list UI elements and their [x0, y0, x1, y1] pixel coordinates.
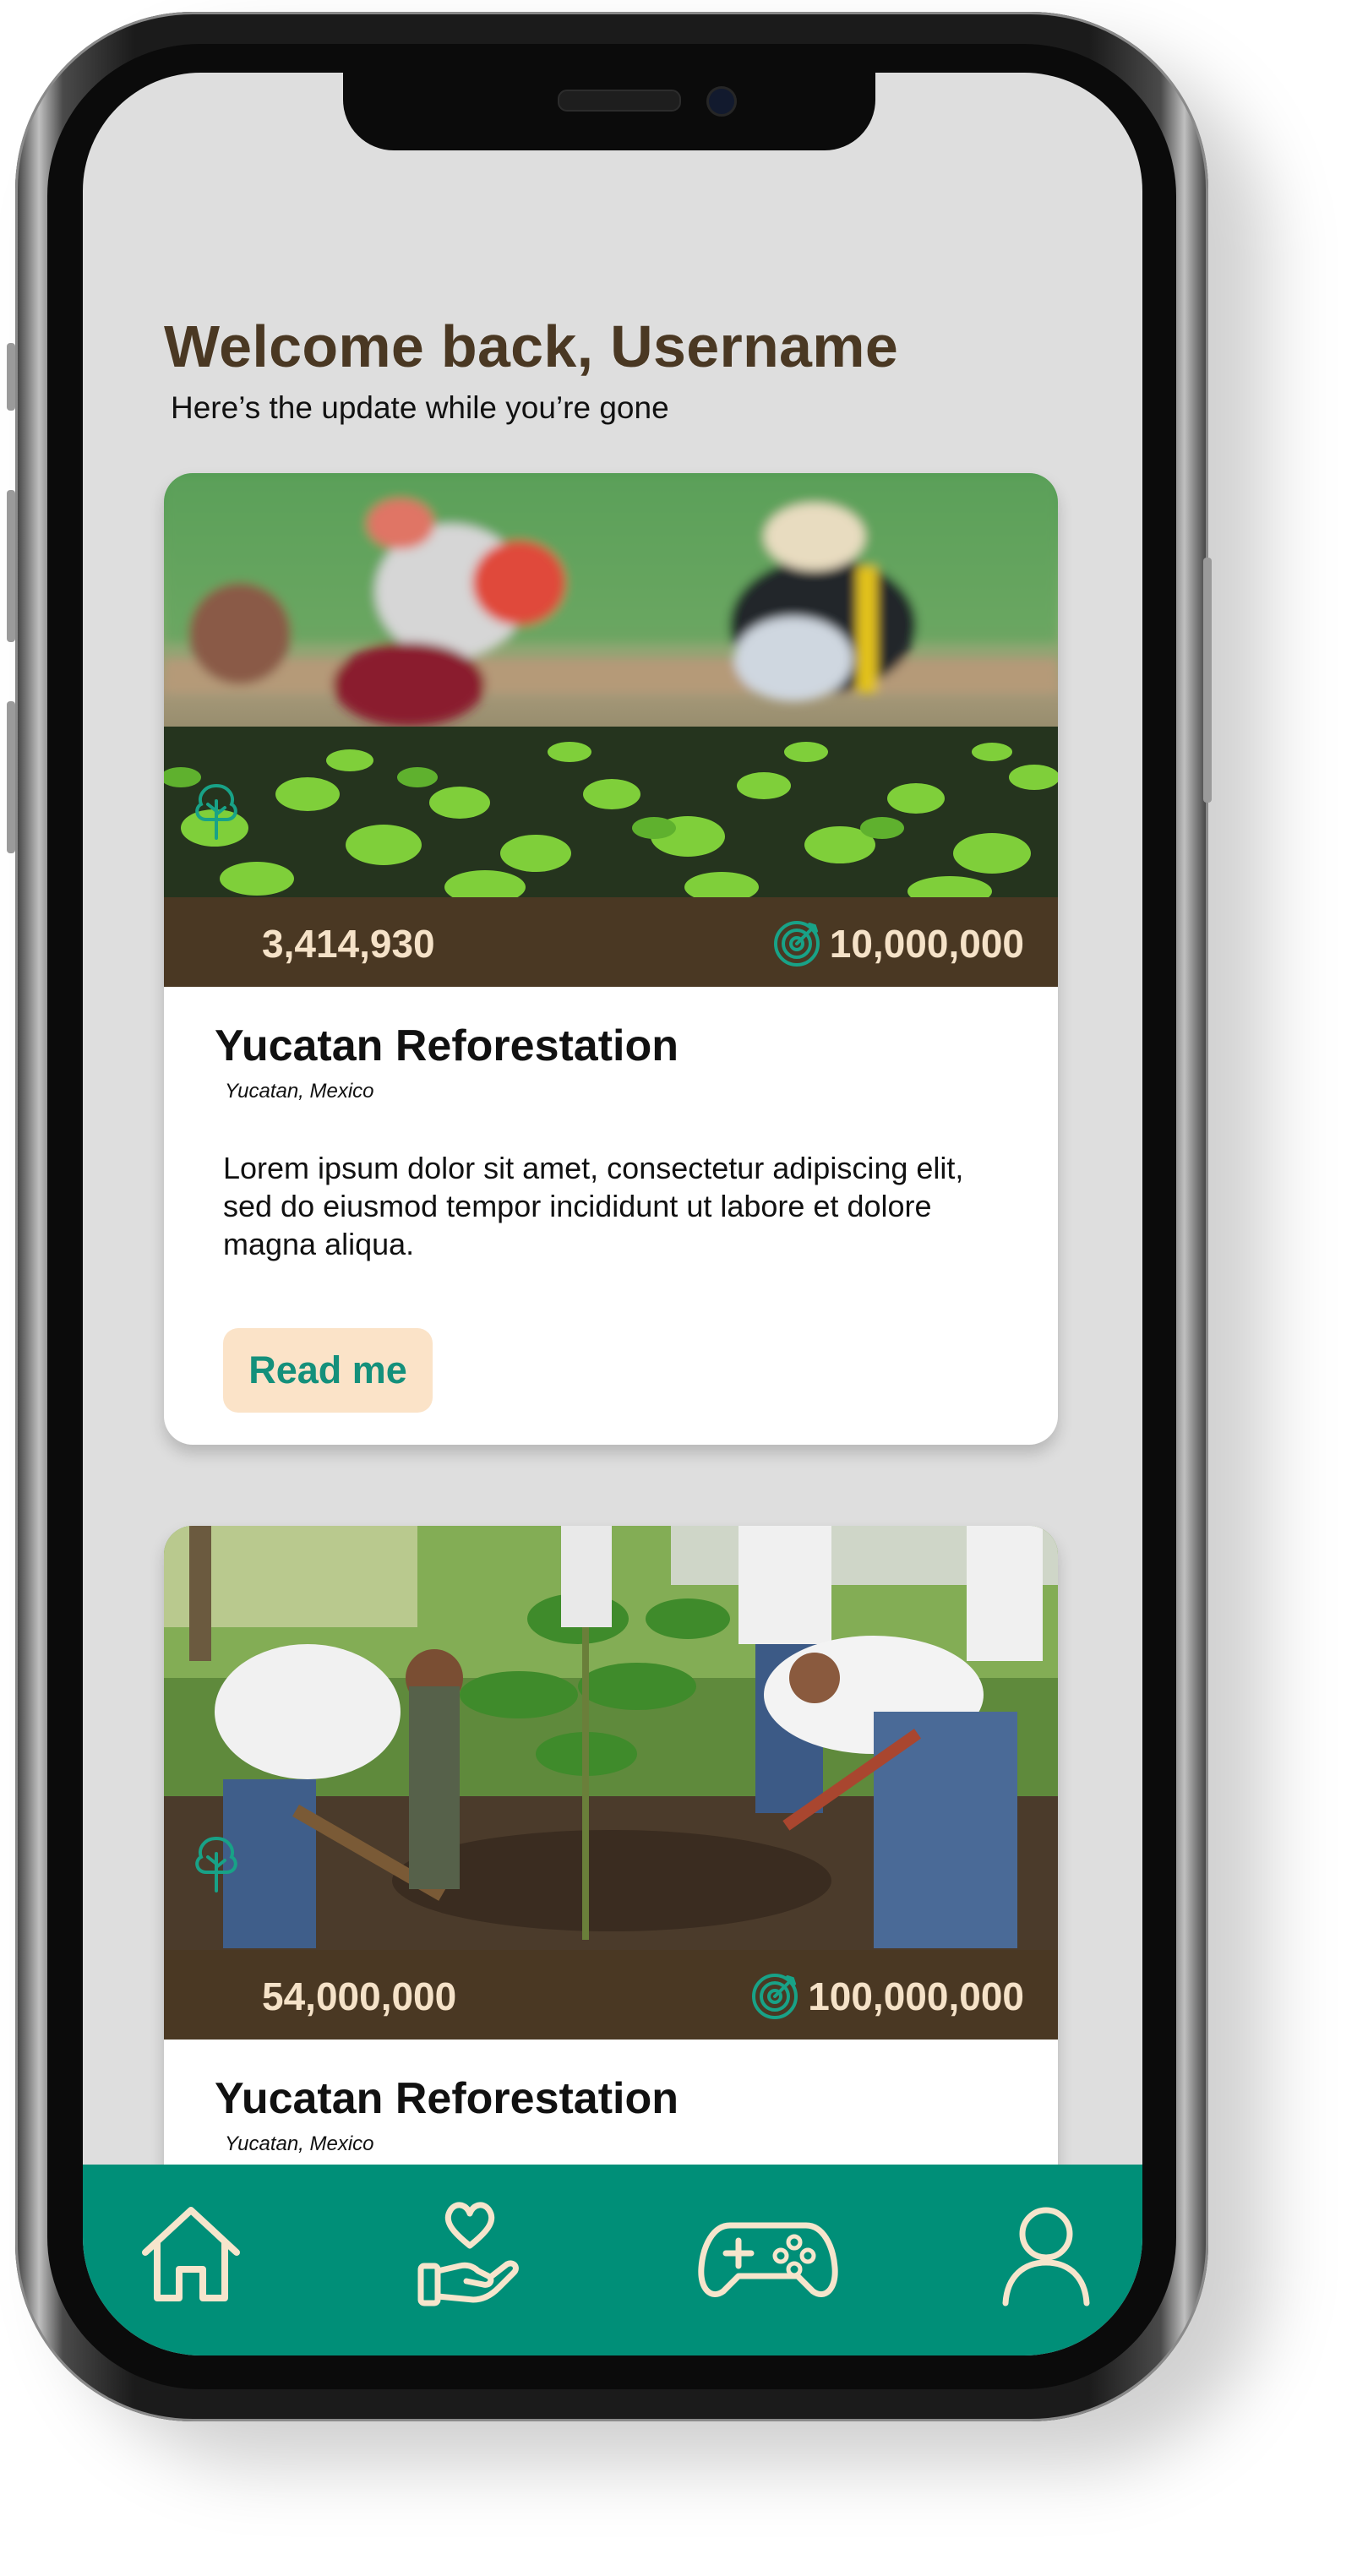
nav-home[interactable]	[132, 2195, 250, 2313]
project-photo-volunteers	[164, 1526, 1058, 1950]
front-camera	[706, 86, 737, 117]
trees-planted-count: 3,414,930	[262, 922, 435, 966]
project-photo-nursery	[164, 473, 1058, 897]
profile-icon	[1002, 2207, 1090, 2306]
home-icon	[142, 2207, 240, 2301]
silent-switch	[7, 343, 15, 411]
nav-donate[interactable]	[411, 2195, 529, 2313]
target-icon	[773, 921, 820, 967]
progress-stats-bar: 3,414,930 10,000,000	[164, 897, 1058, 987]
project-title: Yucatan Reforestation	[215, 2074, 679, 2123]
volume-up-button	[7, 490, 15, 642]
goal-stat: 100,000,000	[750, 1972, 1024, 2021]
goal-count: 100,000,000	[808, 1974, 1024, 2018]
goal-count: 10,000,000	[829, 922, 1024, 966]
goal-stat: 10,000,000	[772, 919, 1024, 968]
phone-screen: Welcome back, Username Here’s the update…	[83, 73, 1142, 2355]
project-location: Yucatan, Mexico	[225, 2132, 374, 2155]
power-button	[1203, 558, 1212, 803]
project-title: Yucatan Reforestation	[215, 1021, 679, 1070]
bottom-nav-bar	[83, 2165, 1142, 2355]
welcome-subtitle: Here’s the update while you’re gone	[171, 390, 669, 425]
welcome-heading: Welcome back, Username	[164, 313, 899, 379]
project-card[interactable]: 3,414,930 10,000,000 Yucatan Reforestati…	[164, 473, 1058, 1445]
project-description: Lorem ipsum dolor sit amet, consectetur …	[223, 1151, 964, 1261]
trees-planted-count: 54,000,000	[262, 1974, 457, 2018]
tree-icon	[195, 1836, 237, 1893]
project-location: Yucatan, Mexico	[225, 1080, 374, 1103]
read-me-button[interactable]: Read me	[223, 1328, 433, 1413]
tree-icon	[195, 783, 237, 840]
progress-stats-bar: 54,000,000 100,000,000	[164, 1950, 1058, 2040]
target-icon	[752, 1974, 798, 2019]
volume-down-button	[7, 701, 15, 853]
nav-profile[interactable]	[987, 2195, 1105, 2313]
notch	[343, 73, 875, 150]
donate-heart-hand-icon	[417, 2202, 519, 2306]
gamepad-icon	[698, 2222, 838, 2297]
speaker-grille	[558, 90, 681, 112]
nav-games[interactable]	[696, 2195, 840, 2313]
